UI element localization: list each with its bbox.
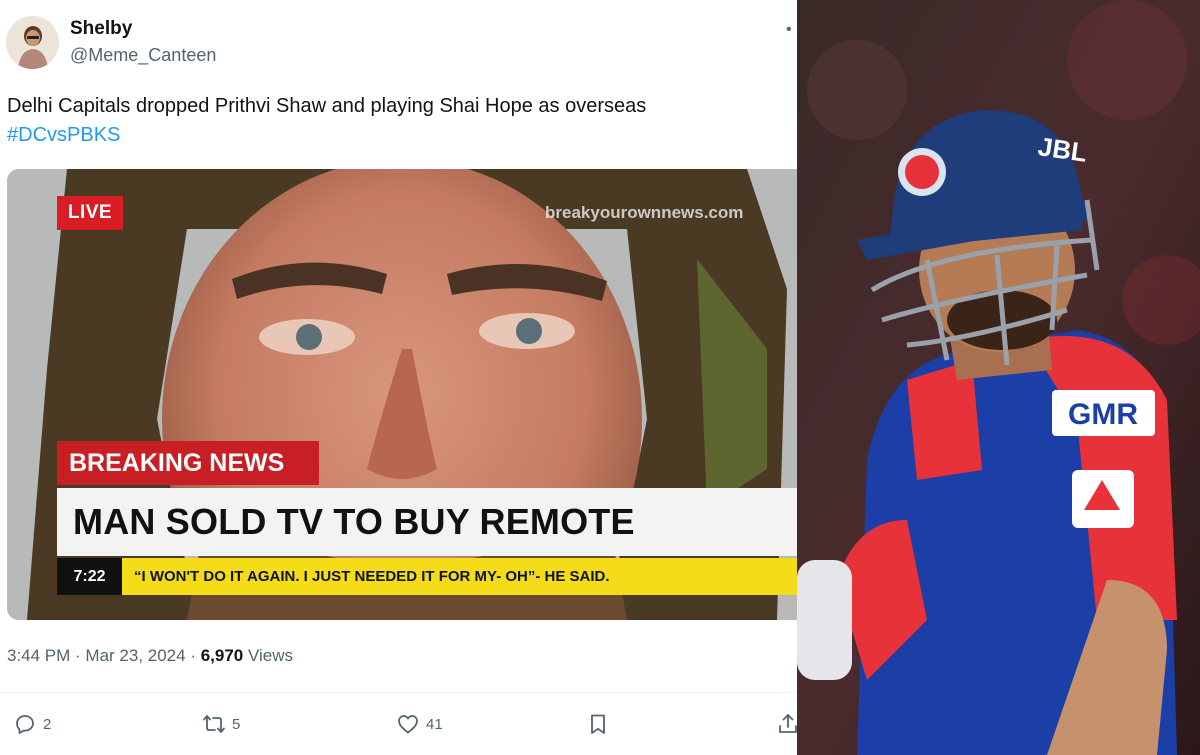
reply-count: 2 (43, 715, 52, 733)
news-ticker: “I WON'T DO IT AGAIN. I JUST NEEDED IT F… (122, 558, 797, 595)
tweet-media-image[interactable]: LIVE breakyourownnews.com BREAKING NEWS … (7, 169, 797, 620)
share-icon (779, 714, 797, 733)
jersey-sponsor-text: GMR (1068, 398, 1138, 431)
tweet-text: Delhi Capitals dropped Prithvi Shaw and … (7, 95, 647, 117)
tweet-body: Delhi Capitals dropped Prithvi Shaw and … (7, 92, 787, 150)
ticker-time: 7:22 (57, 558, 122, 595)
more-dot-icon[interactable]: • (786, 22, 792, 38)
reply-icon (16, 715, 34, 734)
tweet-metadata: 3:44 PM · Mar 23, 2024 · 6,970 Views (7, 646, 293, 666)
divider (0, 692, 797, 693)
repost-button[interactable]: 5 (202, 709, 240, 739)
tweet-time[interactable]: 3:44 PM (7, 646, 70, 665)
bookmark-icon (591, 714, 605, 734)
views-count: 6,970 (200, 646, 244, 665)
author-display-name[interactable]: Shelby (70, 18, 132, 40)
author-handle[interactable]: @Meme_Canteen (70, 45, 216, 66)
cricketer-illustration: GMR JBL (797, 0, 1200, 755)
like-count: 41 (426, 715, 443, 733)
like-button[interactable]: 41 (396, 709, 443, 739)
views-label: Views (243, 646, 294, 665)
user-avatar[interactable] (6, 16, 59, 69)
watermark-text: breakyourownnews.com (545, 203, 744, 222)
hashtag-link[interactable]: #DCvsPBKS (7, 121, 787, 150)
heart-icon (398, 715, 418, 734)
avatar-image (6, 16, 59, 69)
tweet-card: Shelby @Meme_Canteen • Delhi Capitals dr… (0, 0, 797, 755)
meta-separator: · (70, 646, 86, 665)
tweet-date[interactable]: Mar 23, 2024 (85, 646, 185, 665)
meta-separator: · (185, 646, 201, 665)
news-headline: MAN SOLD TV TO BUY REMOTE (57, 488, 797, 556)
reply-button[interactable]: 2 (13, 709, 51, 739)
cricketer-photo: GMR JBL (797, 0, 1200, 755)
share-button[interactable] (776, 709, 797, 739)
breaking-news-banner: BREAKING NEWS (57, 441, 319, 485)
repost-count: 5 (232, 715, 241, 733)
repost-icon (203, 715, 225, 733)
bookmark-button[interactable] (586, 709, 610, 739)
live-badge: LIVE (57, 196, 123, 230)
